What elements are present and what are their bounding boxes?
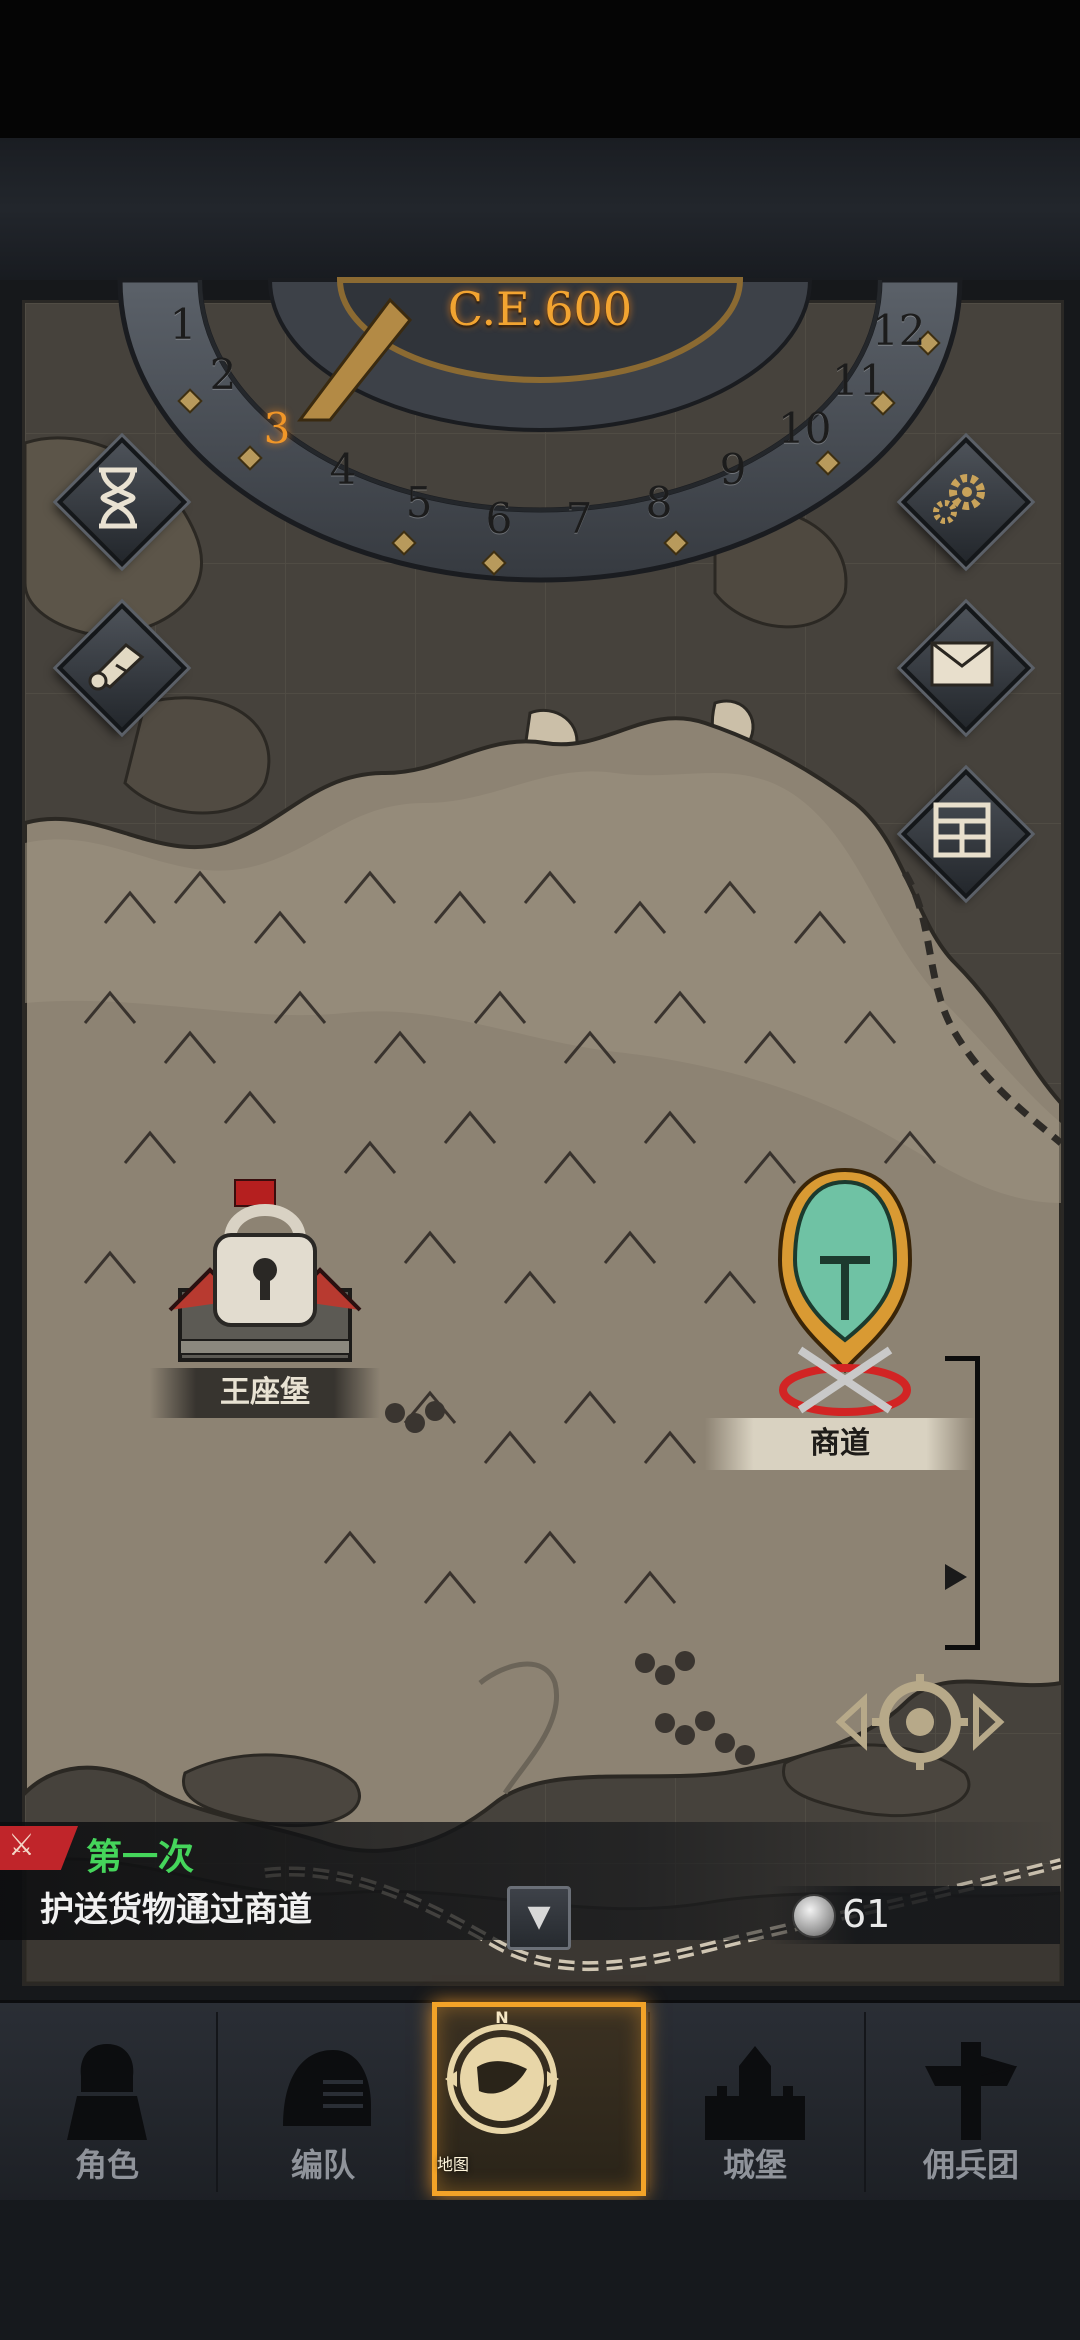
helmet-icon <box>263 2036 383 2150</box>
silver-coin-icon <box>792 1894 836 1938</box>
castle-location[interactable] <box>160 1170 370 1370</box>
route-arrow-icon <box>945 1564 967 1590</box>
hourglass-button[interactable] <box>56 436 188 568</box>
knight-icon <box>47 2036 167 2150</box>
month-9: 9 <box>719 445 747 494</box>
window-button[interactable] <box>900 768 1032 900</box>
route-bracket <box>945 1356 980 1650</box>
crosshair-icon <box>835 1674 1005 1770</box>
castle-label: 王座堡 <box>150 1368 380 1418</box>
map-compass-icon: N <box>437 2007 641 2151</box>
nav-label-character: 角色 <box>74 2146 139 2184</box>
month-7: 7 <box>565 494 593 543</box>
locate-button[interactable] <box>830 1660 1010 1784</box>
mail-icon <box>902 604 1022 724</box>
crossed-swords-icon: ⚔ <box>8 1828 35 1863</box>
month-6: 6 <box>485 494 513 543</box>
nav-tab-map[interactable]: N 地图 <box>432 2002 646 2196</box>
chevron-down-icon: ▼ <box>527 1899 551 1934</box>
month-11: 11 <box>832 356 886 405</box>
scroll-icon <box>58 604 178 724</box>
month-5: 5 <box>405 478 433 527</box>
month-10: 10 <box>778 404 832 453</box>
era-year: C.E.600 <box>447 282 633 336</box>
nav-tab-formation[interactable]: 编队 <box>216 2006 430 2196</box>
nav-label-mercenary: 佣兵团 <box>922 2146 1019 2184</box>
collapse-button[interactable]: ▼ <box>507 1886 571 1950</box>
quest-title: 第一次 <box>86 1837 195 1878</box>
month-1: 1 <box>169 300 197 349</box>
hourglass-icon <box>58 438 178 558</box>
settings-button[interactable] <box>900 436 1032 568</box>
system-nav-area <box>0 2200 1080 2340</box>
nav-label-castle: 城堡 <box>722 2146 787 2184</box>
month-8: 8 <box>645 478 673 527</box>
month-4: 4 <box>329 445 357 494</box>
castle-icon <box>695 2036 815 2150</box>
nav-label-formation: 编队 <box>290 2146 355 2184</box>
gear-icon <box>902 438 1022 558</box>
coin-count: 61 <box>842 1892 891 1936</box>
nav-tab-character[interactable]: 角色 <box>0 2006 214 2196</box>
quest-description: 护送货物通过商道 <box>40 1890 312 1930</box>
nav-label-map: 地图 <box>437 2155 470 2174</box>
month-3-current: 3 <box>263 404 291 453</box>
nav-tab-castle[interactable]: 城堡 <box>648 2006 862 2196</box>
helmet-pin-icon <box>777 1167 913 1416</box>
mail-button[interactable] <box>900 602 1032 734</box>
month-12: 12 <box>872 306 926 355</box>
scroll-button[interactable] <box>56 602 188 734</box>
month-2: 2 <box>209 350 237 399</box>
window-icon <box>902 770 1022 890</box>
castle-icon <box>168 1179 362 1362</box>
trade-route-label: 商道 <box>705 1418 975 1470</box>
banner-icon <box>911 2036 1031 2150</box>
nav-tab-mercenary[interactable]: 佣兵团 <box>864 2006 1078 2196</box>
trade-route-marker[interactable] <box>760 1160 930 1420</box>
